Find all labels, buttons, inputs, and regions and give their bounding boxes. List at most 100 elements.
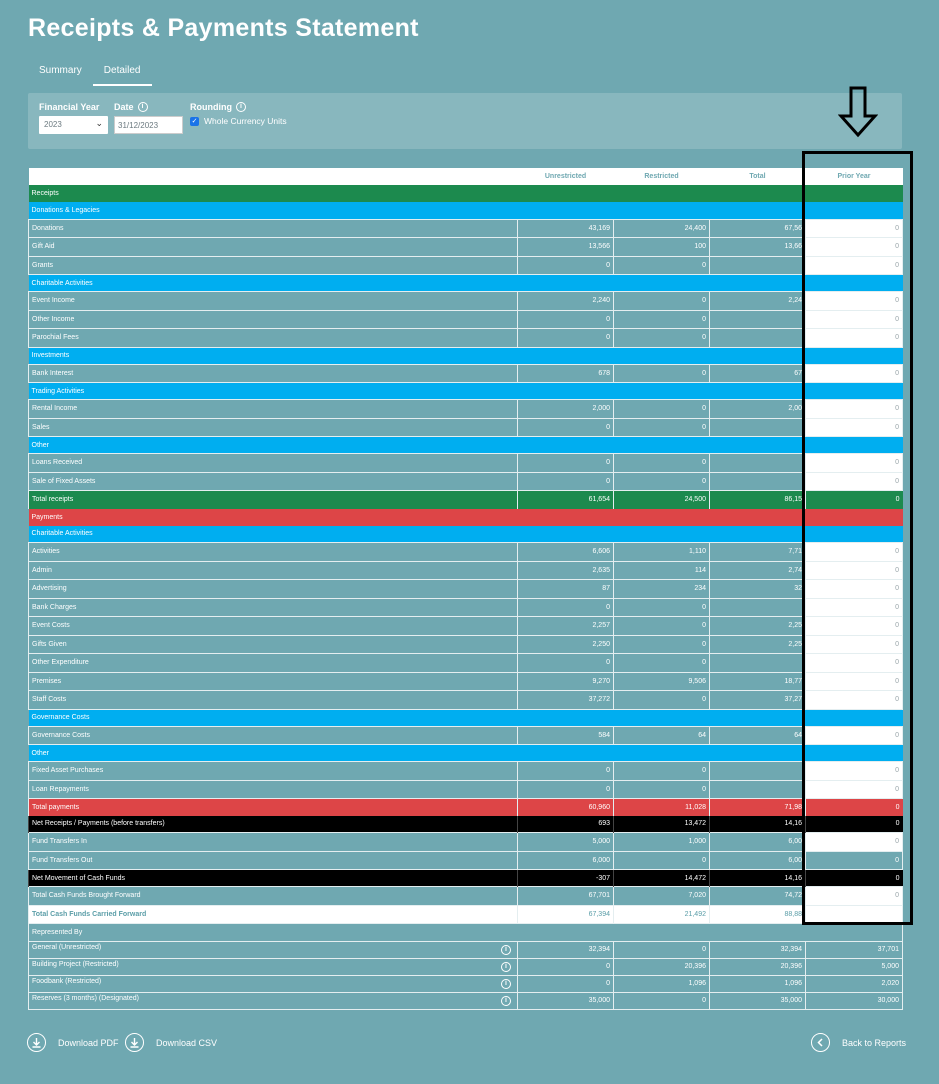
restricted-value: 234 bbox=[613, 579, 710, 599]
section-label: Charitable Activities bbox=[28, 525, 903, 543]
unrestricted-value: 32,394 bbox=[517, 940, 614, 959]
row-label-text: Total receipts bbox=[32, 496, 74, 504]
restricted-value: 0 bbox=[613, 761, 710, 781]
row-label-text: Staff Costs bbox=[32, 696, 67, 704]
info-icon[interactable]: i bbox=[236, 102, 246, 112]
row-label-text: Building Project (Restricted) bbox=[32, 961, 119, 968]
section-label: Charitable Activities bbox=[28, 274, 903, 292]
restricted-value: 64 bbox=[613, 725, 710, 745]
info-icon[interactable]: i bbox=[501, 979, 511, 989]
section-label: Governance Costs bbox=[28, 709, 903, 726]
row-label-text: Fund Transfers In bbox=[32, 838, 87, 846]
total-value bbox=[709, 328, 806, 348]
row-label-text: General (Unrestricted) bbox=[32, 944, 102, 951]
financial-year-select[interactable]: 2023 ⌄ bbox=[39, 116, 108, 134]
date-filter: Date i bbox=[114, 102, 183, 134]
row-label-text: Net Receipts / Payments (before transfer… bbox=[32, 820, 165, 828]
section-label: Other bbox=[28, 436, 903, 454]
financial-year-filter: Financial Year 2023 ⌄ bbox=[39, 102, 108, 134]
row-label: Grants bbox=[28, 255, 518, 275]
unrestricted-value: 0 bbox=[517, 309, 614, 329]
restricted-value: 0 bbox=[613, 399, 710, 419]
row-label: Net Movement of Cash Funds bbox=[28, 869, 518, 887]
unrestricted-value: -307 bbox=[517, 869, 614, 887]
info-icon[interactable]: i bbox=[501, 945, 511, 955]
unrestricted-value: 35,000 bbox=[517, 991, 614, 1010]
back-to-reports-button[interactable]: Back to Reports bbox=[811, 1033, 906, 1052]
table-row: Fund Transfers In 5,000 1,000 6,00 0 bbox=[28, 832, 903, 852]
row-label-text: Gift Aid bbox=[32, 243, 55, 251]
unrestricted-value: 60,960 bbox=[517, 798, 614, 816]
prior-year-value: 0 bbox=[805, 363, 903, 383]
header-total: Total bbox=[749, 173, 766, 180]
tab-detailed[interactable]: Detailed bbox=[92, 60, 152, 86]
total-value: 32,394 bbox=[709, 940, 806, 959]
total-value: 64 bbox=[709, 725, 806, 745]
prior-year-value: 0 bbox=[805, 798, 903, 816]
prior-year-value: 0 bbox=[805, 237, 903, 257]
table-row: Fund Transfers Out 6,000 0 6,00 0 bbox=[28, 850, 903, 870]
total-value: 13,66 bbox=[709, 237, 806, 257]
download-csv-button[interactable]: Download CSV bbox=[125, 1033, 217, 1052]
total-value: 32 bbox=[709, 579, 806, 599]
section-header-row: Payments bbox=[28, 508, 903, 526]
info-icon[interactable]: i bbox=[501, 962, 511, 972]
table-header-row: Unrestricted Restricted Total Prior Year bbox=[28, 168, 903, 185]
prior-year-value: 0 bbox=[805, 490, 903, 509]
restricted-value: 0 bbox=[613, 690, 710, 710]
row-label: Other Expenditure bbox=[28, 653, 518, 673]
row-label: Other Income bbox=[28, 309, 518, 329]
prior-year-value: 37,701 bbox=[805, 940, 903, 959]
table-row: Foodbank (Restricted) i 0 1,096 1,096 2,020 bbox=[28, 974, 903, 993]
table-row: Net Receipts / Payments (before transfer… bbox=[28, 815, 903, 833]
restricted-value: 24,500 bbox=[613, 490, 710, 509]
row-label: Building Project (Restricted) i bbox=[28, 957, 518, 976]
unrestricted-value: 87 bbox=[517, 579, 614, 599]
prior-year-value: 5,000 bbox=[805, 957, 903, 976]
header-blank bbox=[29, 168, 518, 185]
total-value bbox=[709, 309, 806, 329]
unrestricted-value: 0 bbox=[517, 417, 614, 437]
table-row: Donations 43,169 24,400 67,56 0 bbox=[28, 218, 903, 238]
row-label: Gifts Given bbox=[28, 634, 518, 654]
prior-year-value: 0 bbox=[805, 399, 903, 419]
row-label: Fund Transfers In bbox=[28, 832, 518, 852]
total-value: 20,396 bbox=[709, 957, 806, 976]
row-label: Event Costs bbox=[28, 616, 518, 636]
restricted-value: 0 bbox=[613, 328, 710, 348]
download-pdf-button[interactable]: Download PDF bbox=[27, 1033, 119, 1052]
table-row: Advertising 87 234 32 0 bbox=[28, 579, 903, 599]
row-label-text: Total Cash Funds Brought Forward bbox=[32, 892, 141, 900]
restricted-value: 0 bbox=[613, 991, 710, 1010]
row-label-text: Fixed Asset Purchases bbox=[32, 767, 104, 775]
restricted-value: 7,020 bbox=[613, 886, 710, 906]
prior-year-value: 0 bbox=[805, 886, 903, 906]
download-icon bbox=[27, 1033, 46, 1052]
total-value: 86,15 bbox=[709, 490, 806, 509]
total-value: 35,000 bbox=[709, 991, 806, 1010]
table-row: Other Expenditure 0 0 0 bbox=[28, 653, 903, 673]
prior-year-value: 0 bbox=[805, 761, 903, 781]
unrestricted-value: 0 bbox=[517, 471, 614, 491]
total-value bbox=[709, 653, 806, 673]
total-value bbox=[709, 453, 806, 473]
restricted-value: 0 bbox=[613, 471, 710, 491]
prior-year-value: 0 bbox=[805, 634, 903, 654]
info-icon[interactable]: i bbox=[501, 996, 511, 1006]
table-row: Premises 9,270 9,506 18,77 0 bbox=[28, 671, 903, 691]
table-row: Other Income 0 0 0 bbox=[28, 309, 903, 329]
row-label: Rental Income bbox=[28, 399, 518, 419]
table-row: Building Project (Restricted) i 0 20,396 20,… bbox=[28, 957, 903, 976]
table-row: Total payments 60,960 11,028 71,98 0 bbox=[28, 798, 903, 816]
unrestricted-value: 2,240 bbox=[517, 291, 614, 311]
date-input[interactable] bbox=[114, 116, 183, 134]
table-row: Reserves (3 months) (Designated) i 35,000 0… bbox=[28, 991, 903, 1010]
table-row: Governance Costs 584 64 64 0 bbox=[28, 725, 903, 745]
row-label: Sale of Fixed Assets bbox=[28, 471, 518, 491]
whole-currency-checkbox[interactable]: ✓ bbox=[190, 116, 199, 126]
total-value: 37,27 bbox=[709, 690, 806, 710]
tab-summary[interactable]: Summary bbox=[28, 60, 93, 86]
restricted-value: 11,028 bbox=[613, 798, 710, 816]
restricted-value: 24,400 bbox=[613, 218, 710, 238]
info-icon[interactable]: i bbox=[137, 102, 148, 112]
